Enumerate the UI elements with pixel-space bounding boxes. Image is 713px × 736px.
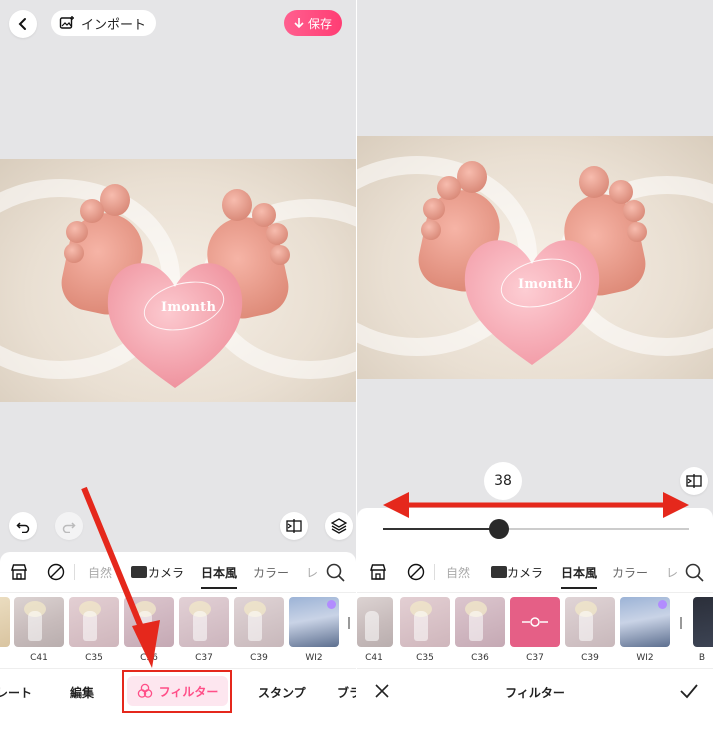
filter-label: C39 [581,653,599,663]
no-filter-icon[interactable] [407,563,425,581]
filter-thumb[interactable] [455,597,505,647]
premium-badge-icon [658,600,667,609]
filter-label: C41 [365,653,383,663]
filter-label: WI2 [636,653,654,663]
annotation-double-arrow [383,492,689,518]
search-icon[interactable] [685,563,704,582]
filter-thumb[interactable] [565,597,615,647]
annotation-arrow-down [81,486,160,668]
checkmark-icon[interactable] [679,682,699,700]
camera-icon [491,566,507,578]
filter-thumb[interactable] [357,597,393,647]
filter-title: フィルター [505,685,565,700]
annotation-highlight-box [122,670,232,713]
category-color[interactable]: カラー [612,552,648,592]
category-camera[interactable]: カメラ [507,552,543,592]
filter-thumb[interactable] [400,597,450,647]
filter-thumb[interactable] [693,597,713,647]
category-japanese[interactable]: 日本風 [561,552,598,592]
filter-thumbnails: C41 C35 C36 C37 C39 WI2 B [357,597,713,665]
filter-sheet: 自然 カメラ 日本風 カラー レ C41 C35 C36 C37 C39 WI2 [357,552,713,736]
adjust-icon [522,617,548,627]
category-more[interactable]: レ [666,552,678,592]
category-nature[interactable]: 自然 [446,552,470,592]
right-screen: Imonth 38 自然 カメラ 日本風 カラー レ C41 C35 C36 C… [357,0,713,736]
heart-text: Imonth [518,277,574,292]
photo-preview-filtered: Imonth [357,136,713,379]
filter-thumb-selected[interactable] [510,597,560,647]
category-bar: 自然 カメラ 日本風 カラー レ [357,552,713,592]
filter-label: C36 [471,653,489,663]
filter-action-bar: フィルター [357,668,713,716]
filter-thumb[interactable] [620,597,670,647]
filter-label: B [698,653,706,663]
filter-label: C37 [526,653,544,663]
store-icon[interactable] [369,563,387,581]
filter-label: C35 [416,653,434,663]
